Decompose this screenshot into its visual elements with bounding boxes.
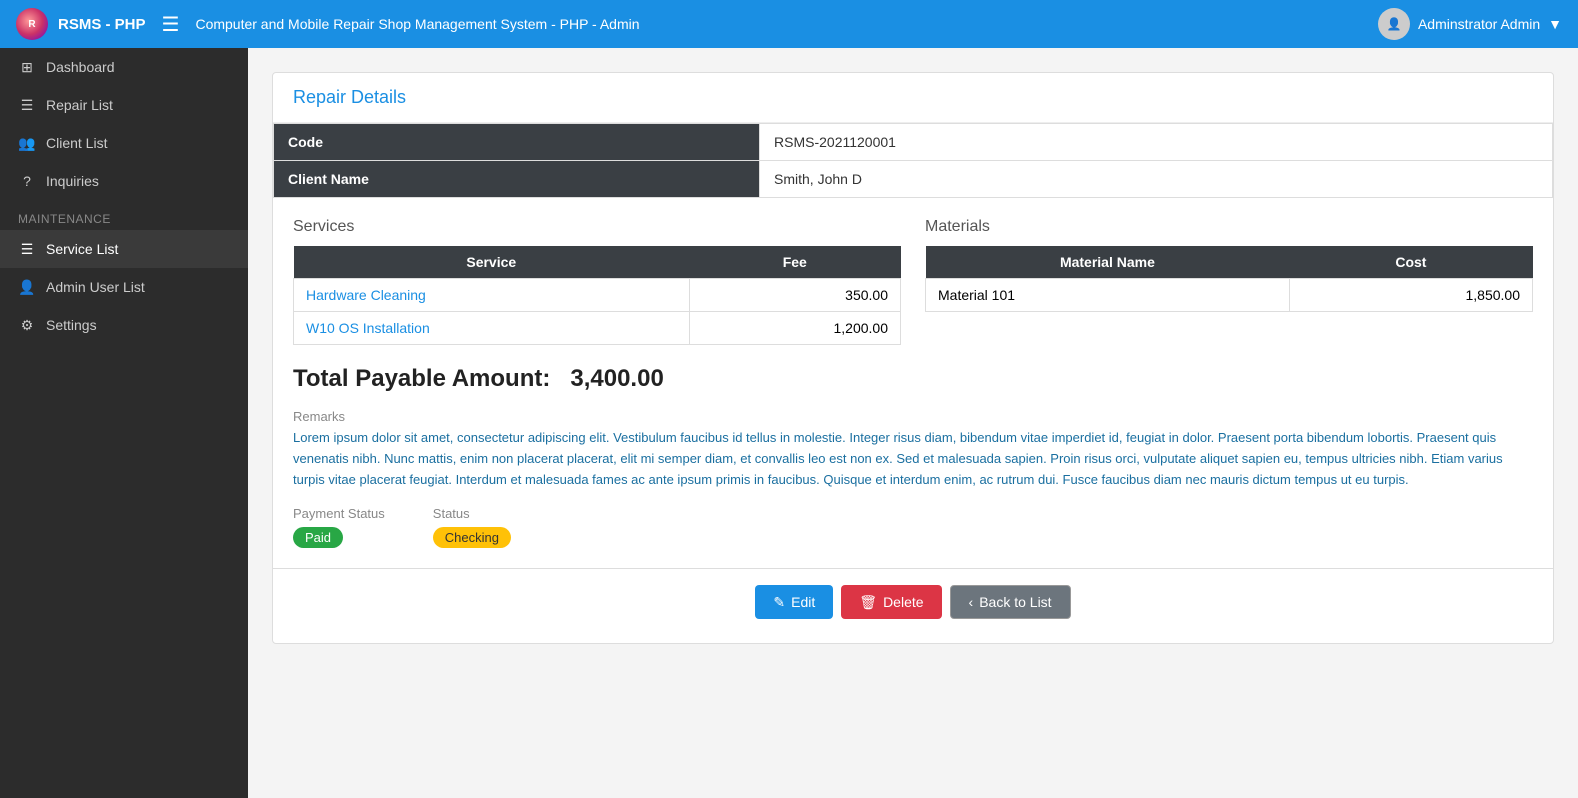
sidebar-item-admin-user-list[interactable]: 👤 Admin User List: [0, 268, 248, 306]
brand-name: RSMS - PHP: [58, 16, 146, 33]
main-content: Repair Details Code RSMS-2021120001 Clie…: [248, 48, 1578, 798]
service-fee: 1,200.00: [689, 312, 900, 345]
sidebar-label-settings: Settings: [46, 317, 97, 333]
brand-logo: R: [16, 8, 48, 40]
sidebar-item-settings[interactable]: ⚙ Settings: [0, 306, 248, 344]
materials-col-cost: Cost: [1289, 246, 1532, 279]
materials-table: Material Name Cost Material 101 1,850.00: [925, 246, 1533, 312]
service-icon: ☰: [18, 240, 36, 258]
code-label: Code: [274, 124, 760, 161]
service-name: Hardware Cleaning: [294, 279, 690, 312]
services-col-fee: Fee: [689, 246, 900, 279]
services-materials-section: Services Service Fee Hardware Cleaning 3…: [273, 198, 1553, 345]
sidebar-label-dashboard: Dashboard: [46, 59, 115, 75]
status-badge: Checking: [433, 527, 511, 548]
sidebar: ⊞ Dashboard ☰ Repair List 👥 Client List …: [0, 48, 248, 798]
remarks-section: Remarks Lorem ipsum dolor sit amet, cons…: [273, 393, 1553, 490]
section-title: Repair Details: [293, 87, 1533, 108]
delete-button[interactable]: 🗑 Delete: [841, 585, 941, 619]
sidebar-item-dashboard[interactable]: ⊞ Dashboard: [0, 48, 248, 86]
total-payable-value: 3,400.00: [570, 365, 663, 392]
services-table: Service Fee Hardware Cleaning 350.00 W10…: [293, 246, 901, 345]
materials-label: Materials: [925, 218, 1533, 236]
repair-details-section: Repair Details Code RSMS-2021120001 Clie…: [272, 72, 1554, 644]
total-payable-label: Total Payable Amount:: [293, 365, 550, 392]
avatar: 👤: [1378, 8, 1410, 40]
edit-button[interactable]: ✎ Edit: [755, 585, 833, 619]
user-dropdown-icon[interactable]: ▼: [1548, 16, 1562, 32]
service-name: W10 OS Installation: [294, 312, 690, 345]
action-buttons: ✎ Edit 🗑 Delete ‹ Back to List: [273, 569, 1553, 619]
navbar-right: 👤 Adminstrator Admin ▼: [1378, 8, 1562, 40]
material-row: Material 101 1,850.00: [926, 279, 1533, 312]
trash-icon: 🗑: [859, 594, 877, 611]
remarks-text: Lorem ipsum dolor sit amet, consectetur …: [293, 428, 1533, 490]
payment-status-group: Payment Status Paid: [293, 506, 385, 548]
status-group: Status Checking: [433, 506, 511, 548]
user-name: Adminstrator Admin: [1418, 16, 1540, 32]
materials-col-name: Material Name: [926, 246, 1290, 279]
sidebar-item-service-list[interactable]: ☰ Service List: [0, 230, 248, 268]
material-cost: 1,850.00: [1289, 279, 1532, 312]
settings-icon: ⚙: [18, 316, 36, 334]
back-to-list-button[interactable]: ‹ Back to List: [950, 585, 1071, 619]
client-name-value: Smith, John D: [760, 161, 1553, 198]
section-header: Repair Details: [273, 73, 1553, 123]
admin-icon: 👤: [18, 278, 36, 296]
hamburger-icon[interactable]: ☰: [162, 12, 180, 37]
sidebar-label-service: Service List: [46, 241, 118, 257]
client-icon: 👥: [18, 134, 36, 152]
dashboard-icon: ⊞: [18, 58, 36, 76]
status-label: Status: [433, 506, 511, 521]
remarks-label: Remarks: [293, 409, 1533, 424]
services-label: Services: [293, 218, 901, 236]
navbar-left: R RSMS - PHP ☰ Computer and Mobile Repai…: [16, 8, 640, 40]
payment-status-label: Payment Status: [293, 506, 385, 521]
inquiry-icon: ?: [18, 172, 36, 190]
sidebar-label-repair: Repair List: [46, 97, 113, 113]
edit-icon: ✎: [773, 594, 785, 611]
sidebar-label-inquiries: Inquiries: [46, 173, 99, 189]
materials-column: Materials Material Name Cost Material 10…: [925, 218, 1533, 345]
maintenance-label: Maintenance: [0, 200, 248, 230]
service-row: Hardware Cleaning 350.00: [294, 279, 901, 312]
back-icon: ‹: [969, 594, 974, 610]
services-column: Services Service Fee Hardware Cleaning 3…: [293, 218, 901, 345]
sidebar-label-client: Client List: [46, 135, 107, 151]
details-table: Code RSMS-2021120001 Client Name Smith, …: [273, 123, 1553, 198]
total-payable: Total Payable Amount: 3,400.00: [273, 345, 1553, 393]
client-name-label: Client Name: [274, 161, 760, 198]
table-row-code: Code RSMS-2021120001: [274, 124, 1553, 161]
service-fee: 350.00: [689, 279, 900, 312]
sidebar-item-client-list[interactable]: 👥 Client List: [0, 124, 248, 162]
app-body: ⊞ Dashboard ☰ Repair List 👥 Client List …: [0, 48, 1578, 798]
table-row-client: Client Name Smith, John D: [274, 161, 1553, 198]
navbar: R RSMS - PHP ☰ Computer and Mobile Repai…: [0, 0, 1578, 48]
service-row: W10 OS Installation 1,200.00: [294, 312, 901, 345]
services-col-service: Service: [294, 246, 690, 279]
payment-status-badge: Paid: [293, 527, 343, 548]
brand: R RSMS - PHP: [16, 8, 146, 40]
code-value: RSMS-2021120001: [760, 124, 1553, 161]
status-row: Payment Status Paid Status Checking: [273, 490, 1553, 548]
material-name: Material 101: [926, 279, 1290, 312]
page-title: Computer and Mobile Repair Shop Manageme…: [195, 16, 639, 32]
sidebar-label-admin: Admin User List: [46, 279, 145, 295]
sidebar-item-repair-list[interactable]: ☰ Repair List: [0, 86, 248, 124]
sidebar-item-inquiries[interactable]: ? Inquiries: [0, 162, 248, 200]
repair-icon: ☰: [18, 96, 36, 114]
